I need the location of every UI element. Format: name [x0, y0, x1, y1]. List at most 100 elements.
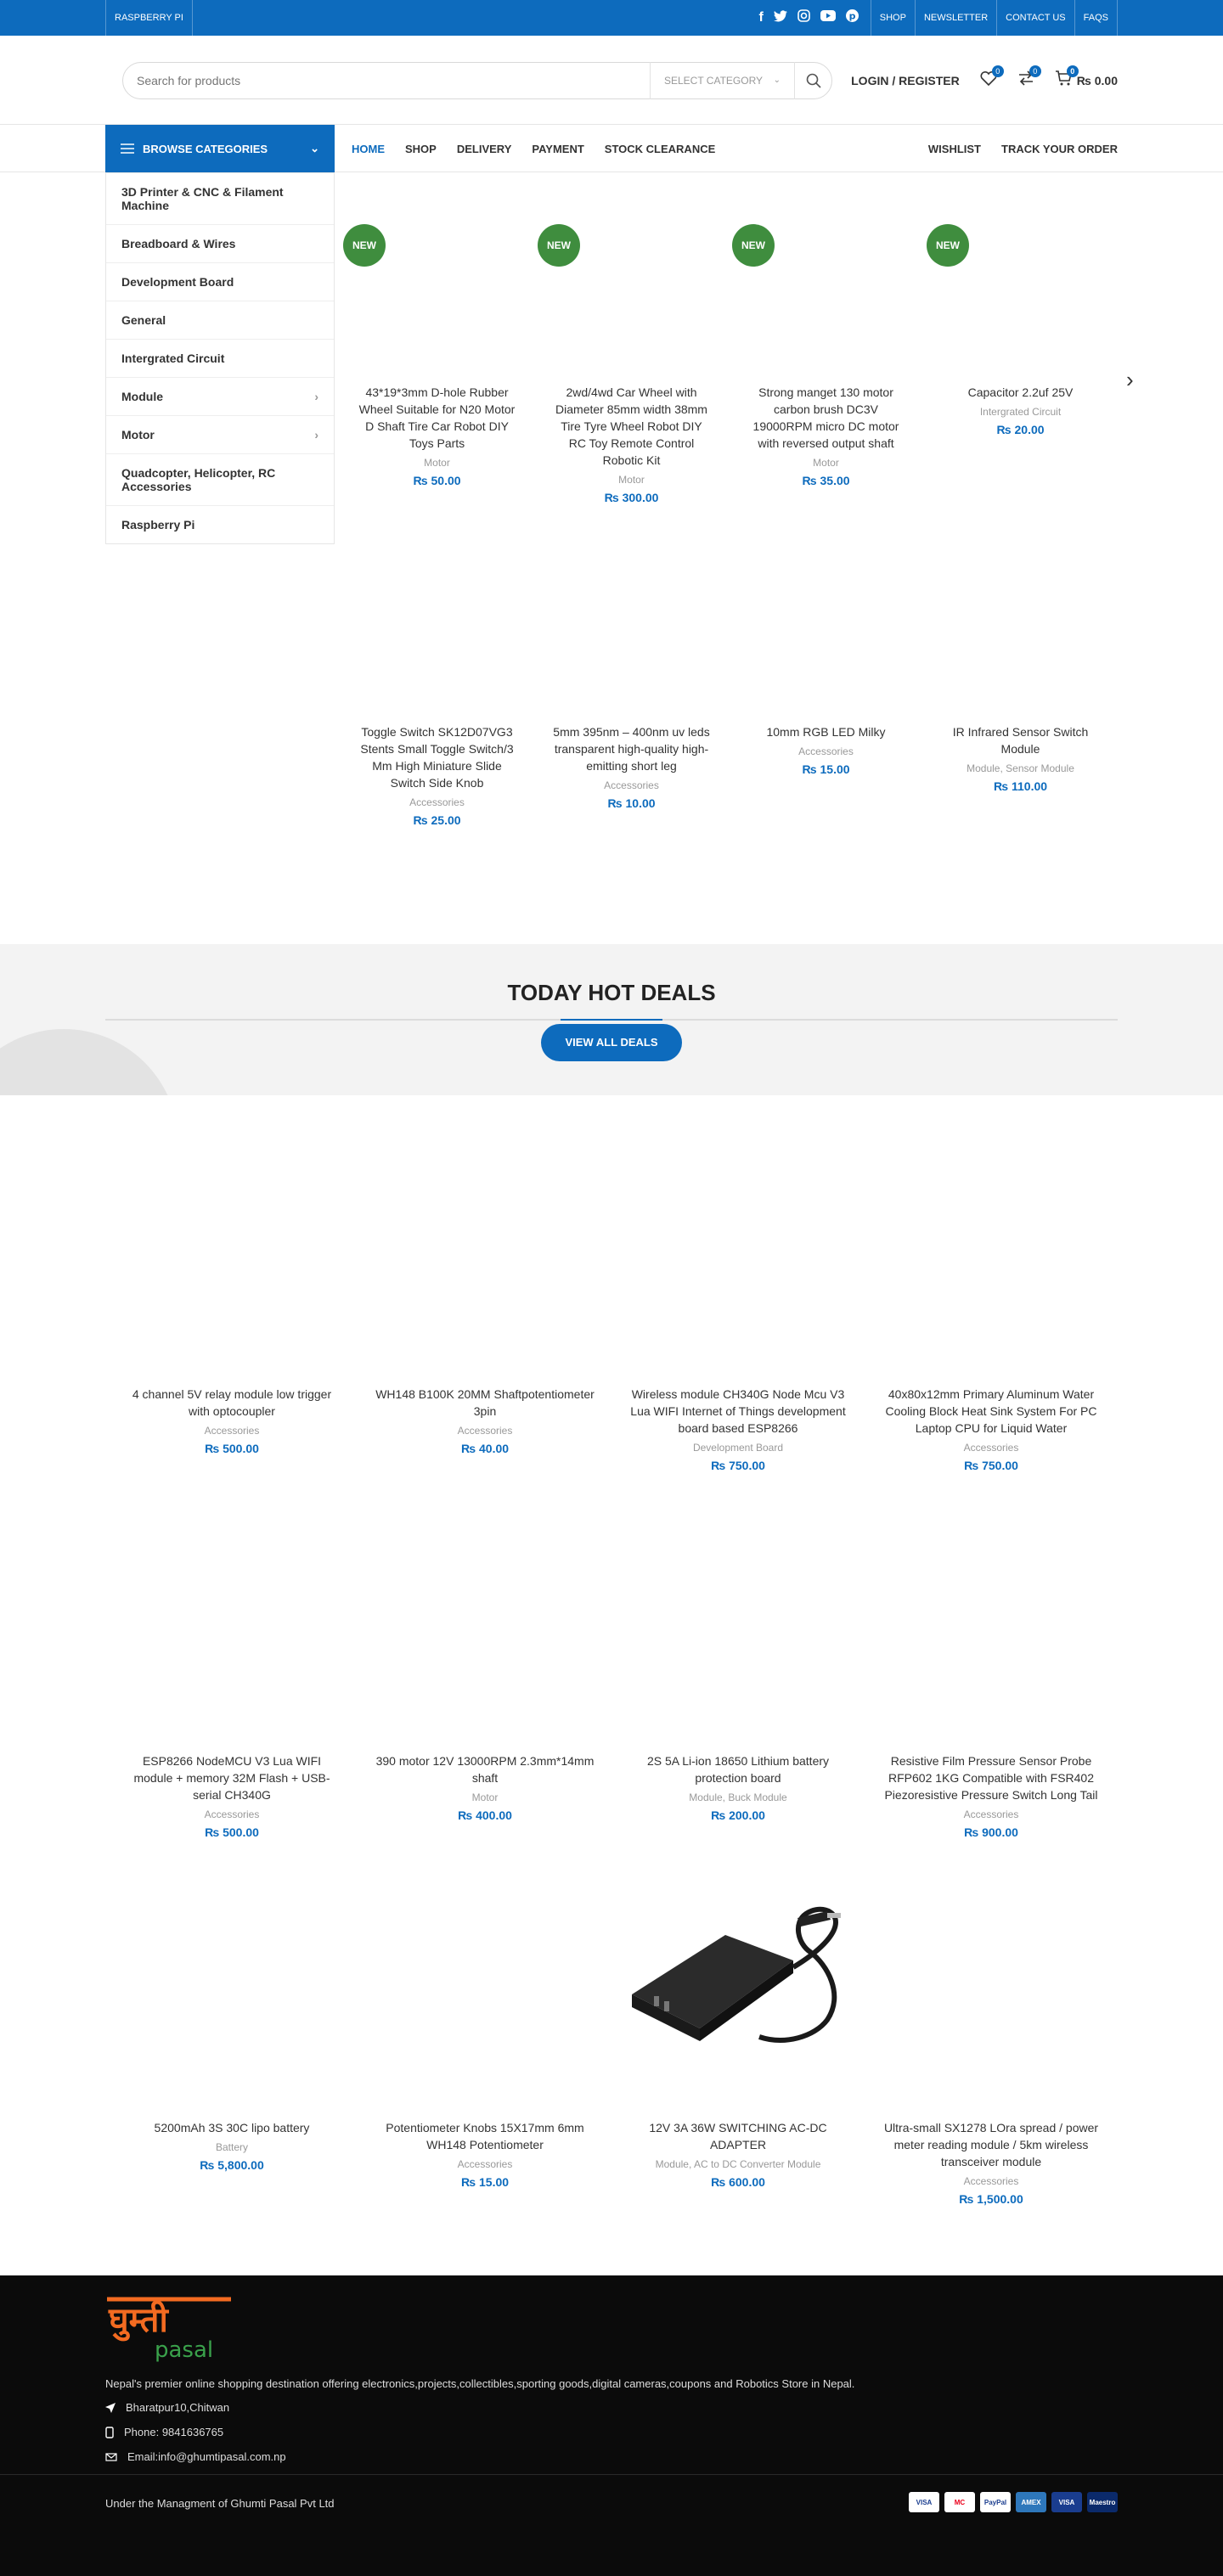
- product-image[interactable]: [865, 1104, 1118, 1392]
- twitter-icon[interactable]: [773, 9, 787, 26]
- product-image[interactable]: [358, 1104, 612, 1392]
- product-image[interactable]: [923, 518, 1118, 730]
- product-card[interactable]: Resistive Film Pressure Sensor Probe RFP…: [865, 1471, 1118, 1839]
- product-card[interactable]: NEW Capacitor 2.2uf 25V Intergrated Circui…: [923, 178, 1118, 518]
- product-category[interactable]: Accessories: [105, 1808, 358, 1820]
- product-category[interactable]: Battery: [105, 2141, 358, 2153]
- wishlist-button[interactable]: 0: [980, 65, 1004, 90]
- product-name[interactable]: Resistive Film Pressure Sensor Probe RFP…: [865, 1752, 1118, 1803]
- product-image[interactable]: [358, 1837, 612, 2126]
- category-item[interactable]: 3D Printer & CNC & Filament Machine: [106, 173, 334, 225]
- product-category[interactable]: Development Board: [612, 1442, 865, 1454]
- product-category[interactable]: Module, AC to DC Converter Module: [612, 2158, 865, 2170]
- instagram-icon[interactable]: [797, 9, 810, 26]
- product-image[interactable]: [729, 518, 923, 730]
- product-image[interactable]: [105, 1104, 358, 1392]
- product-name[interactable]: Toggle Switch SK12D07VG3 Stents Small To…: [340, 723, 534, 791]
- product-category[interactable]: Accessories: [865, 1442, 1118, 1454]
- facebook-icon[interactable]: f: [758, 10, 763, 25]
- top-link-newsletter[interactable]: NEWSLETTER: [914, 0, 996, 36]
- product-image[interactable]: [105, 1471, 358, 1759]
- category-item[interactable]: Intergrated Circuit: [106, 340, 334, 378]
- product-name[interactable]: 2wd/4wd Car Wheel with Diameter 85mm wid…: [534, 384, 729, 469]
- nav-wishlist[interactable]: WISHLIST: [928, 143, 981, 155]
- nav-home[interactable]: HOME: [352, 143, 385, 155]
- product-card[interactable]: IR Infrared Sensor Switch Module Module, …: [923, 518, 1118, 858]
- product-category[interactable]: Accessories: [340, 796, 534, 808]
- product-image[interactable]: [612, 1837, 865, 2126]
- product-category[interactable]: Motor: [340, 457, 534, 469]
- product-category[interactable]: Accessories: [105, 1425, 358, 1437]
- top-link-faqs[interactable]: FAQS: [1074, 0, 1118, 36]
- product-image[interactable]: NEW: [729, 178, 923, 391]
- nav-stock-clearance[interactable]: STOCK CLEARANCE: [605, 143, 716, 155]
- product-name[interactable]: ESP8266 NodeMCU V3 Lua WIFI module + mem…: [105, 1752, 358, 1803]
- product-card[interactable]: 2S 5A Li-ion 18650 Lithium battery prote…: [612, 1471, 865, 1837]
- pinterest-icon[interactable]: p: [845, 9, 859, 26]
- product-category[interactable]: Accessories: [358, 1425, 612, 1437]
- product-image[interactable]: [105, 1837, 358, 2126]
- product-image[interactable]: [612, 1471, 865, 1759]
- category-item[interactable]: Breadboard & Wires: [106, 225, 334, 263]
- product-image[interactable]: NEW: [923, 178, 1118, 391]
- category-item[interactable]: Raspberry Pi: [106, 506, 334, 543]
- product-category[interactable]: Accessories: [534, 779, 729, 791]
- top-link-contact[interactable]: CONTACT US: [996, 0, 1074, 36]
- category-item[interactable]: Module ›: [106, 378, 334, 416]
- product-category[interactable]: Accessories: [358, 2158, 612, 2170]
- product-category[interactable]: Accessories: [729, 745, 923, 757]
- product-category[interactable]: Module, Sensor Module: [923, 762, 1118, 774]
- product-card[interactable]: Wireless module CH340G Node Mcu V3 Lua W…: [612, 1104, 865, 1472]
- product-card[interactable]: 12V 3A 36W SWITCHING AC-DC ADAPTER Module…: [612, 1837, 865, 2204]
- nav-shop[interactable]: SHOP: [405, 143, 437, 155]
- youtube-icon[interactable]: [820, 10, 836, 25]
- category-select[interactable]: SELECT CATEGORY ⌄: [650, 61, 794, 99]
- cart-button[interactable]: 0 ₨ 0.00: [1055, 65, 1118, 90]
- footer-email[interactable]: Email:info@ghumtipasal.com.np: [127, 2450, 286, 2463]
- product-card[interactable]: Potentiometer Knobs 15X17mm 6mm WH148 Po…: [358, 1837, 612, 2204]
- site-logo[interactable]: घुम्ती pasal: [105, 2287, 233, 2364]
- product-name[interactable]: Wireless module CH340G Node Mcu V3 Lua W…: [612, 1386, 865, 1437]
- product-category[interactable]: Intergrated Circuit: [923, 406, 1118, 418]
- category-item[interactable]: General: [106, 301, 334, 340]
- product-image[interactable]: [865, 1471, 1118, 1759]
- product-category[interactable]: Motor: [534, 474, 729, 486]
- product-card[interactable]: 5200mAh 3S 30C lipo battery Battery ₨ 5,80…: [105, 1837, 358, 2204]
- product-card[interactable]: NEW 2wd/4wd Car Wheel with Diameter 85mm …: [534, 178, 729, 518]
- product-category[interactable]: Module, Buck Module: [612, 1791, 865, 1803]
- search-button[interactable]: [794, 61, 831, 99]
- product-card[interactable]: 40x80x12mm Primary Aluminum Water Coolin…: [865, 1104, 1118, 1472]
- product-category[interactable]: Accessories: [865, 1808, 1118, 1820]
- nav-delivery[interactable]: DELIVERY: [457, 143, 512, 155]
- product-card[interactable]: NEW 43*19*3mm D-hole Rubber Wheel Suitabl…: [340, 178, 534, 518]
- product-name[interactable]: 5mm 395nm – 400nm uv leds transparent hi…: [534, 723, 729, 774]
- product-name[interactable]: 40x80x12mm Primary Aluminum Water Coolin…: [865, 1386, 1118, 1437]
- product-card[interactable]: 5mm 395nm – 400nm uv leds transparent hi…: [534, 518, 729, 858]
- product-card[interactable]: Ultra-small SX1278 LOra spread / power m…: [865, 1837, 1118, 2206]
- view-all-deals-button[interactable]: VIEW ALL DEALS: [541, 1024, 682, 1061]
- product-image[interactable]: NEW: [340, 178, 534, 391]
- product-image[interactable]: NEW: [534, 178, 729, 391]
- nav-track-order[interactable]: TRACK YOUR ORDER: [1001, 143, 1118, 155]
- product-card[interactable]: ESP8266 NodeMCU V3 Lua WIFI module + mem…: [105, 1471, 358, 1839]
- category-item[interactable]: Development Board: [106, 263, 334, 301]
- carousel-next-arrow-icon[interactable]: ›: [1126, 367, 1134, 393]
- product-image[interactable]: [358, 1471, 612, 1759]
- footer-phone[interactable]: Phone: 9841636765: [124, 2426, 223, 2438]
- login-register-link[interactable]: LOGIN / REGISTER: [851, 74, 960, 87]
- browse-categories-button[interactable]: BROWSE CATEGORIES ⌄: [105, 125, 335, 172]
- product-image[interactable]: [865, 1837, 1118, 2126]
- product-category[interactable]: Motor: [358, 1791, 612, 1803]
- product-category[interactable]: Accessories: [865, 2175, 1118, 2187]
- product-name[interactable]: Ultra-small SX1278 LOra spread / power m…: [865, 2119, 1118, 2170]
- compare-button[interactable]: 0: [1017, 65, 1041, 90]
- product-name[interactable]: Strong manget 130 motor carbon brush DC3…: [729, 384, 923, 452]
- product-image[interactable]: [612, 1104, 865, 1392]
- product-image[interactable]: [534, 518, 729, 730]
- top-bar-raspberry-link[interactable]: RASPBERRY PI: [105, 0, 193, 36]
- product-name[interactable]: 43*19*3mm D-hole Rubber Wheel Suitable f…: [340, 384, 534, 452]
- product-card[interactable]: WH148 B100K 20MM Shaftpotentiometer 3pin…: [358, 1104, 612, 1471]
- product-card[interactable]: Toggle Switch SK12D07VG3 Stents Small To…: [340, 518, 534, 858]
- nav-payment[interactable]: PAYMENT: [532, 143, 583, 155]
- product-card[interactable]: 4 channel 5V relay module low trigger wi…: [105, 1104, 358, 1471]
